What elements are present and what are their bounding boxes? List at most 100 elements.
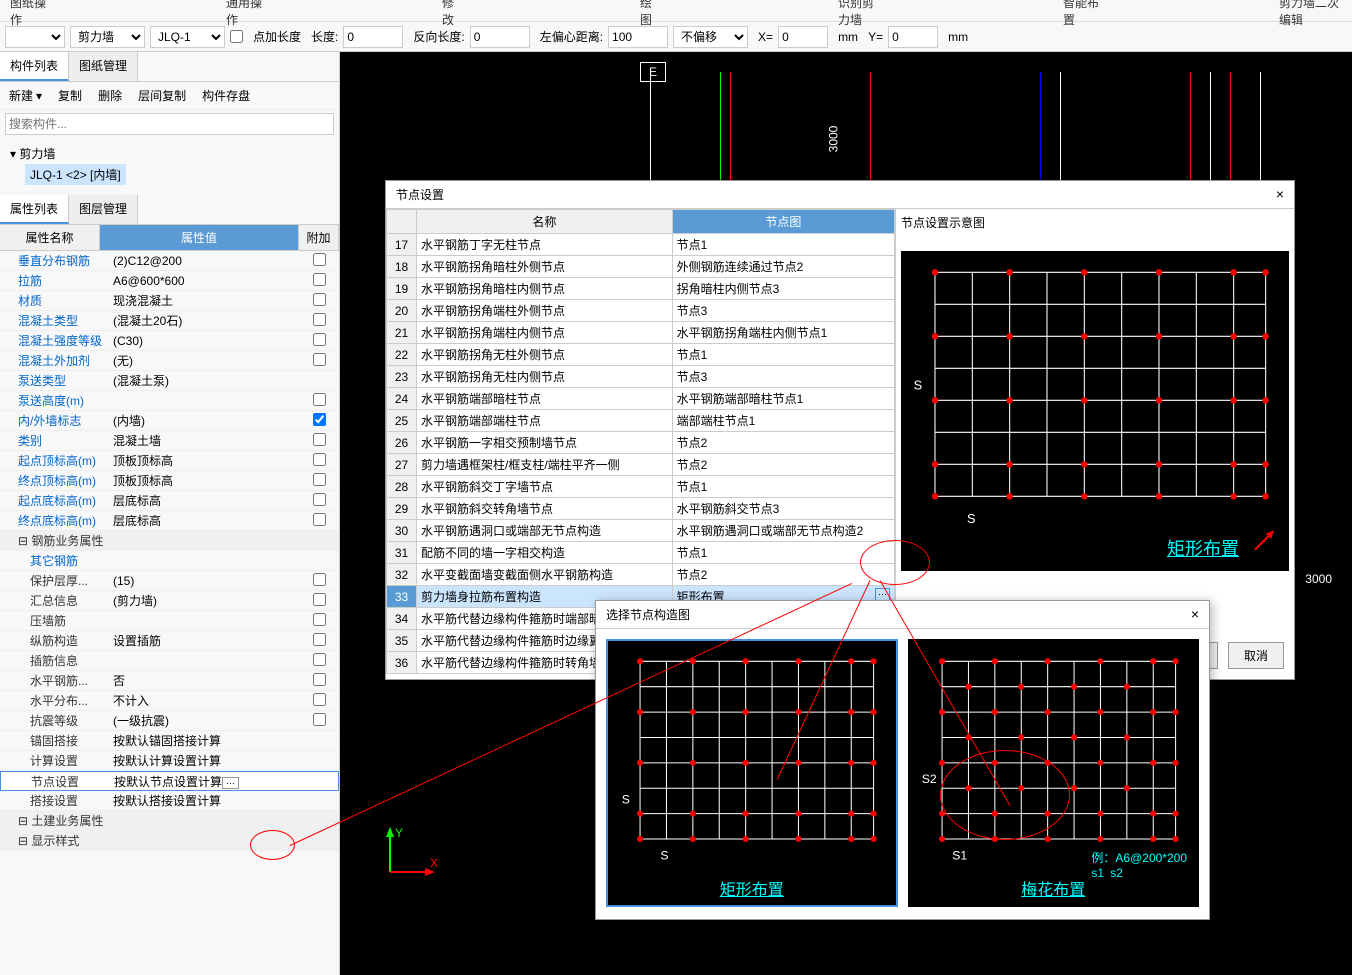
add-checkbox[interactable] [313,673,326,686]
add-checkbox[interactable] [313,353,326,366]
add-checkbox[interactable] [313,393,326,406]
property-row[interactable]: 保护层厚...(15) [0,571,339,591]
property-row[interactable]: 汇总信息(剪力墙) [0,591,339,611]
menu-item[interactable]: 剪力墙二次编辑 [1279,0,1342,28]
menu-item[interactable]: 通用操作 [226,0,262,28]
node-row[interactable]: 31配筋不同的墙一字相交构造节点1 [387,542,895,564]
tree-root[interactable]: ▾ 剪力墙 [10,143,329,164]
tab-layers[interactable]: 图层管理 [69,195,138,224]
add-checkbox[interactable] [313,293,326,306]
add-checkbox[interactable] [313,593,326,606]
close-button[interactable]: × [1191,606,1199,623]
add-checkbox[interactable] [313,273,326,286]
property-row[interactable]: 泵送高度(m) [0,391,339,411]
node-row[interactable]: 23水平钢筋拐角无柱内侧节点节点3 [387,366,895,388]
y-input[interactable] [888,26,938,48]
more-button[interactable]: ⋯ [222,777,239,789]
property-row[interactable]: 材质现浇混凝土 [0,291,339,311]
property-row[interactable]: ⊟ 钢筋业务属性 [0,531,339,551]
node-row[interactable]: 32水平变截面墙变截面侧水平钢筋构造节点2 [387,564,895,586]
add-checkbox[interactable] [313,493,326,506]
add-checkbox[interactable] [313,713,326,726]
item-select[interactable]: JLQ-1 [150,26,225,48]
property-row[interactable]: 混凝土强度等级(C30) [0,331,339,351]
property-row[interactable]: 起点顶标高(m)顶板顶标高 [0,451,339,471]
property-row[interactable]: 其它钢筋 [0,551,339,571]
menu-item[interactable]: 识别剪力墙 [838,0,883,28]
length-checkbox[interactable] [230,30,243,43]
add-checkbox[interactable] [313,693,326,706]
node-row[interactable]: 26水平钢筋一字相交预制墙节点节点2 [387,432,895,454]
save-button[interactable]: 构件存盘 [198,85,254,106]
property-row[interactable]: 节点设置按默认节点设置计算⋯ [0,771,339,791]
menu-item[interactable]: 修改 [442,0,460,28]
tab-components[interactable]: 构件列表 [0,52,69,81]
property-row[interactable]: 插筋信息 [0,651,339,671]
property-row[interactable]: 锚固搭接按默认锚固搭接计算 [0,731,339,751]
property-row[interactable]: 拉筋A6@600*600 [0,271,339,291]
layer-copy-button[interactable]: 层间复制 [134,85,190,106]
property-row[interactable]: 搭接设置按默认搭接设置计算 [0,791,339,811]
node-row[interactable]: 20水平钢筋拐角端柱外侧节点节点3 [387,300,895,322]
cancel-button[interactable]: 取消 [1228,642,1284,669]
add-checkbox[interactable] [313,453,326,466]
length-input[interactable] [343,26,403,48]
add-checkbox[interactable] [313,433,326,446]
property-row[interactable]: 泵送类型(混凝土泵) [0,371,339,391]
offset-mode[interactable]: 不偏移 [673,26,748,48]
add-checkbox[interactable] [313,253,326,266]
reverse-input[interactable] [470,26,530,48]
add-checkbox[interactable] [313,513,326,526]
property-row[interactable]: 终点顶标高(m)顶板顶标高 [0,471,339,491]
offset-input[interactable] [608,26,668,48]
add-checkbox[interactable] [313,413,326,426]
search-input[interactable] [5,113,334,135]
property-row[interactable]: 类别混凝土墙 [0,431,339,451]
menu-item[interactable]: 智能布置 [1063,0,1099,28]
node-row[interactable]: 22水平钢筋拐角无柱外侧节点节点1 [387,344,895,366]
property-row[interactable]: 计算设置按默认计算设置计算 [0,751,339,771]
add-checkbox[interactable] [313,633,326,646]
node-row[interactable]: 29水平钢筋斜交转角墙节点水平钢筋斜交节点3 [387,498,895,520]
delete-button[interactable]: 删除 [94,85,126,106]
node-row[interactable]: 28水平钢筋斜交丁字墙节点节点1 [387,476,895,498]
add-checkbox[interactable] [313,313,326,326]
tab-drawings[interactable]: 图纸管理 [69,52,138,81]
close-button[interactable]: × [1276,186,1284,203]
x-input[interactable] [778,26,828,48]
new-button[interactable]: 新建 ▾ [5,85,46,106]
property-row[interactable]: 纵筋构造设置插筋 [0,631,339,651]
node-row[interactable]: 19水平钢筋拐角暗柱内侧节点拐角暗柱内侧节点3 [387,278,895,300]
option-rect[interactable]: S S 矩形布置 [606,639,898,907]
add-checkbox[interactable] [313,473,326,486]
add-checkbox[interactable] [313,653,326,666]
property-row[interactable]: 压墙筋 [0,611,339,631]
add-checkbox[interactable] [313,613,326,626]
property-row[interactable]: 起点底标高(m)层底标高 [0,491,339,511]
node-row[interactable]: 27剪力墙遇框架柱/框支柱/端柱平齐一侧节点2 [387,454,895,476]
tree-item[interactable]: JLQ-1 <2> [内墙] [25,164,126,185]
node-row[interactable]: 21水平钢筋拐角端柱内侧节点水平钢筋拐角端柱内侧节点1 [387,322,895,344]
menu-item[interactable]: 图纸操作 [10,0,46,28]
property-row[interactable]: 混凝土类型(混凝土20石) [0,311,339,331]
node-row[interactable]: 17水平钢筋丁字无柱节点节点1 [387,234,895,256]
add-checkbox[interactable] [313,333,326,346]
type-select[interactable]: 剪力墙 [70,26,145,48]
property-row[interactable]: 水平分布...不计入 [0,691,339,711]
menu-item[interactable]: 绘图 [640,0,658,28]
node-row[interactable]: 18水平钢筋拐角暗柱外侧节点外侧钢筋连续通过节点2 [387,256,895,278]
property-row[interactable]: 垂直分布钢筋(2)C12@200 [0,251,339,271]
tab-properties[interactable]: 属性列表 [0,195,69,224]
node-row[interactable]: 30水平钢筋遇洞口或端部无节点构造水平钢筋遇洞口或端部无节点构造2 [387,520,895,542]
copy-button[interactable]: 复制 [54,85,86,106]
add-checkbox[interactable] [313,573,326,586]
property-row[interactable]: ⊟ 土建业务属性 [0,811,339,831]
property-row[interactable]: 抗震等级(一级抗震) [0,711,339,731]
property-row[interactable]: 水平钢筋...否 [0,671,339,691]
property-row[interactable]: 内/外墙标志(内墙) [0,411,339,431]
blank-select[interactable] [5,26,65,48]
property-row[interactable]: 混凝土外加剂(无) [0,351,339,371]
node-row[interactable]: 24水平钢筋端部暗柱节点水平钢筋端部暗柱节点1 [387,388,895,410]
property-row[interactable]: 终点底标高(m)层底标高 [0,511,339,531]
node-row[interactable]: 25水平钢筋端部端柱节点端部端柱节点1 [387,410,895,432]
